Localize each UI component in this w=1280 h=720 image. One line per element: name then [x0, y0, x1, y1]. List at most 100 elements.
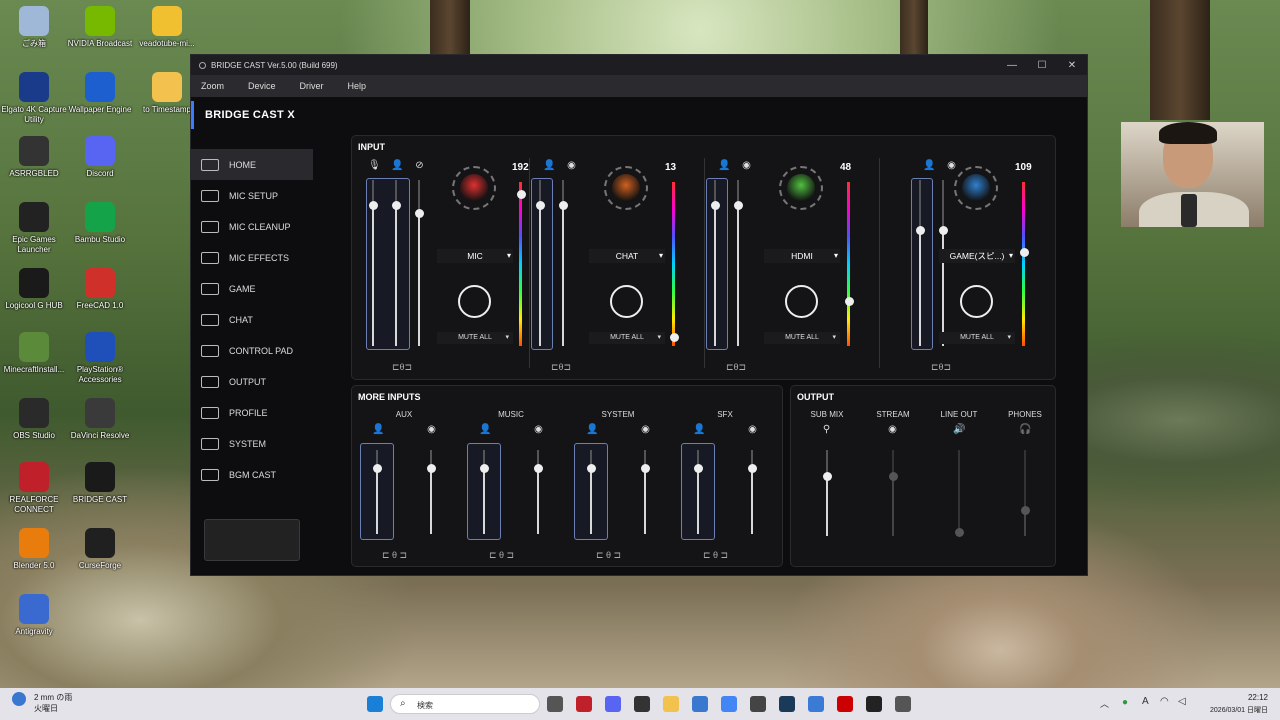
meter-marker[interactable]	[844, 296, 854, 306]
nav-system[interactable]: SYSTEM	[191, 428, 313, 459]
fader-knob[interactable]	[479, 464, 489, 473]
nav-control-pad[interactable]: CONTROL PAD	[191, 335, 313, 366]
taskbar-app-icon[interactable]	[576, 696, 592, 712]
fader-knob[interactable]	[710, 200, 720, 210]
fader-knob[interactable]	[693, 464, 703, 473]
fader-knob[interactable]	[938, 225, 948, 235]
start-button[interactable]	[367, 696, 383, 712]
desktop-icon-logicool-g-hub[interactable]: Logicool G HUB	[0, 268, 68, 311]
input-source-select[interactable]: GAME(スピ...)	[939, 249, 1015, 263]
nav-home[interactable]: HOME	[191, 149, 313, 180]
menu-device[interactable]: Device	[248, 81, 276, 91]
desktop-icon-bridge-cast[interactable]: BRIDGE CAST	[66, 462, 134, 505]
nav-output[interactable]: OUTPUT	[191, 366, 313, 397]
desktop-icon-davinci-resolve[interactable]: DaVinci Resolve	[66, 398, 134, 441]
input-source-select[interactable]: CHAT	[589, 249, 665, 263]
volume-dial[interactable]	[954, 166, 998, 210]
clock-date[interactable]: 2026/03/01 日曜日	[1196, 705, 1268, 715]
fader-knob[interactable]	[535, 200, 545, 210]
volume-dial[interactable]	[452, 166, 496, 210]
desktop-icon-discord[interactable]: Discord	[66, 136, 134, 179]
fader-knob[interactable]	[1020, 506, 1030, 516]
meter-marker[interactable]	[516, 190, 526, 200]
desktop-icon-playstation-accessories[interactable]: PlayStation® Accessories	[66, 332, 134, 385]
ime-indicator[interactable]: A	[1142, 696, 1149, 707]
link-icon[interactable]: ⊏θ⊐	[931, 362, 951, 373]
desktop-icon-minecraftinstall[interactable]: MinecraftInstall...	[0, 332, 68, 375]
fader-knob[interactable]	[372, 464, 382, 473]
fader-knob[interactable]	[822, 471, 832, 481]
minimize-button[interactable]: —	[997, 60, 1027, 71]
desktop-icon-elgato-4k-capture-utility[interactable]: Elgato 4K Capture Utility	[0, 72, 68, 125]
desktop-icon-epic-games-launcher[interactable]: Epic Games Launcher	[0, 202, 68, 255]
desktop-icon-blender-5-0[interactable]: Blender 5.0	[0, 528, 68, 571]
input-source-select[interactable]: MIC	[437, 249, 513, 263]
desktop-icon-realforce-connect[interactable]: REALFORCE CONNECT	[0, 462, 68, 515]
menu-driver[interactable]: Driver	[300, 81, 324, 91]
fader-knob[interactable]	[733, 200, 743, 210]
nav-mic-effects[interactable]: MIC EFFECTS	[191, 242, 313, 273]
fader-group[interactable]	[911, 178, 933, 350]
link-icon[interactable]: ⊏ θ ⊐	[703, 550, 728, 561]
nav-game[interactable]: GAME	[191, 273, 313, 304]
taskbar-app-icon[interactable]	[750, 696, 766, 712]
fader-knob[interactable]	[558, 200, 568, 210]
wifi-icon[interactable]: ◠	[1160, 696, 1169, 707]
nav-chat[interactable]: CHAT	[191, 304, 313, 335]
fader-knob[interactable]	[640, 464, 650, 473]
desktop-icon-asrrgbled[interactable]: ASRRGBLED	[0, 136, 68, 179]
desktop-icon-freecad-1-0[interactable]: FreeCAD 1.0	[66, 268, 134, 311]
volume-icon[interactable]: ◁	[1178, 696, 1186, 707]
taskbar-app-icon[interactable]	[895, 696, 911, 712]
nav-bgm-cast[interactable]: BGM CAST	[191, 459, 313, 490]
search-box[interactable]: ⌕ 検索	[390, 694, 540, 714]
taskbar-app-icon[interactable]	[605, 696, 621, 712]
meter-marker[interactable]	[1019, 247, 1029, 257]
taskbar-app-icon[interactable]	[721, 696, 737, 712]
desktop-icon-antigravity[interactable]: Antigravity	[0, 594, 68, 637]
mute-all-select[interactable]: MUTE ALL	[589, 332, 665, 344]
mute-all-select[interactable]: MUTE ALL	[764, 332, 840, 344]
fader-knob[interactable]	[747, 464, 757, 473]
close-button[interactable]: ✕	[1057, 60, 1087, 71]
mute-toggle-button[interactable]	[610, 285, 643, 318]
link-icon[interactable]: ⊏ θ ⊐	[382, 550, 407, 561]
fader-knob[interactable]	[954, 527, 964, 537]
desktop-icon-obs-studio[interactable]: OBS Studio	[0, 398, 68, 441]
link-icon[interactable]: ⊏θ⊐	[726, 362, 746, 373]
fader-knob[interactable]	[586, 464, 596, 473]
maximize-button[interactable]: ☐	[1027, 60, 1057, 71]
link-icon[interactable]: ⊏θ⊐	[551, 362, 571, 373]
taskbar-app-icon[interactable]	[808, 696, 824, 712]
desktop-icon-trash[interactable]: ごみ箱	[0, 6, 68, 49]
desktop-icon-wallpaper-engine[interactable]: Wallpaper Engine	[66, 72, 134, 115]
menu-zoom[interactable]: Zoom	[201, 81, 224, 91]
link-icon[interactable]: ⊏ θ ⊐	[596, 550, 621, 561]
desktop-icon-nvidia-broadcast[interactable]: NVIDIA Broadcast	[66, 6, 134, 49]
link-icon[interactable]: ⊏ θ ⊐	[489, 550, 514, 561]
mute-toggle-button[interactable]	[458, 285, 491, 318]
device-thumbnail[interactable]	[204, 519, 300, 561]
input-source-select[interactable]: HDMI	[764, 249, 840, 263]
taskbar-app-icon[interactable]	[634, 696, 650, 712]
mute-toggle-button[interactable]	[960, 285, 993, 318]
taskbar-app-icon[interactable]	[779, 696, 795, 712]
mic-tray-icon[interactable]: ●	[1122, 697, 1128, 708]
nav-profile[interactable]: PROFILE	[191, 397, 313, 428]
fader-knob[interactable]	[915, 225, 925, 235]
desktop-icon-veadotube-mi[interactable]: veadotube-mi...	[133, 6, 201, 49]
nav-mic-cleanup[interactable]: MIC CLEANUP	[191, 211, 313, 242]
fader-knob[interactable]	[426, 464, 436, 473]
fader-knob[interactable]	[533, 464, 543, 473]
volume-dial[interactable]	[779, 166, 823, 210]
menu-help[interactable]: Help	[348, 81, 367, 91]
mute-all-select[interactable]: MUTE ALL	[437, 332, 513, 344]
taskbar-app-icon[interactable]	[837, 696, 853, 712]
fader-knob[interactable]	[368, 200, 378, 210]
taskbar-app-icon[interactable]	[663, 696, 679, 712]
mute-all-select[interactable]: MUTE ALL	[939, 332, 1015, 344]
mute-toggle-button[interactable]	[785, 285, 818, 318]
fader-knob[interactable]	[888, 471, 898, 481]
tray-chevron-icon[interactable]: ︿	[1100, 697, 1109, 710]
volume-dial[interactable]	[604, 166, 648, 210]
